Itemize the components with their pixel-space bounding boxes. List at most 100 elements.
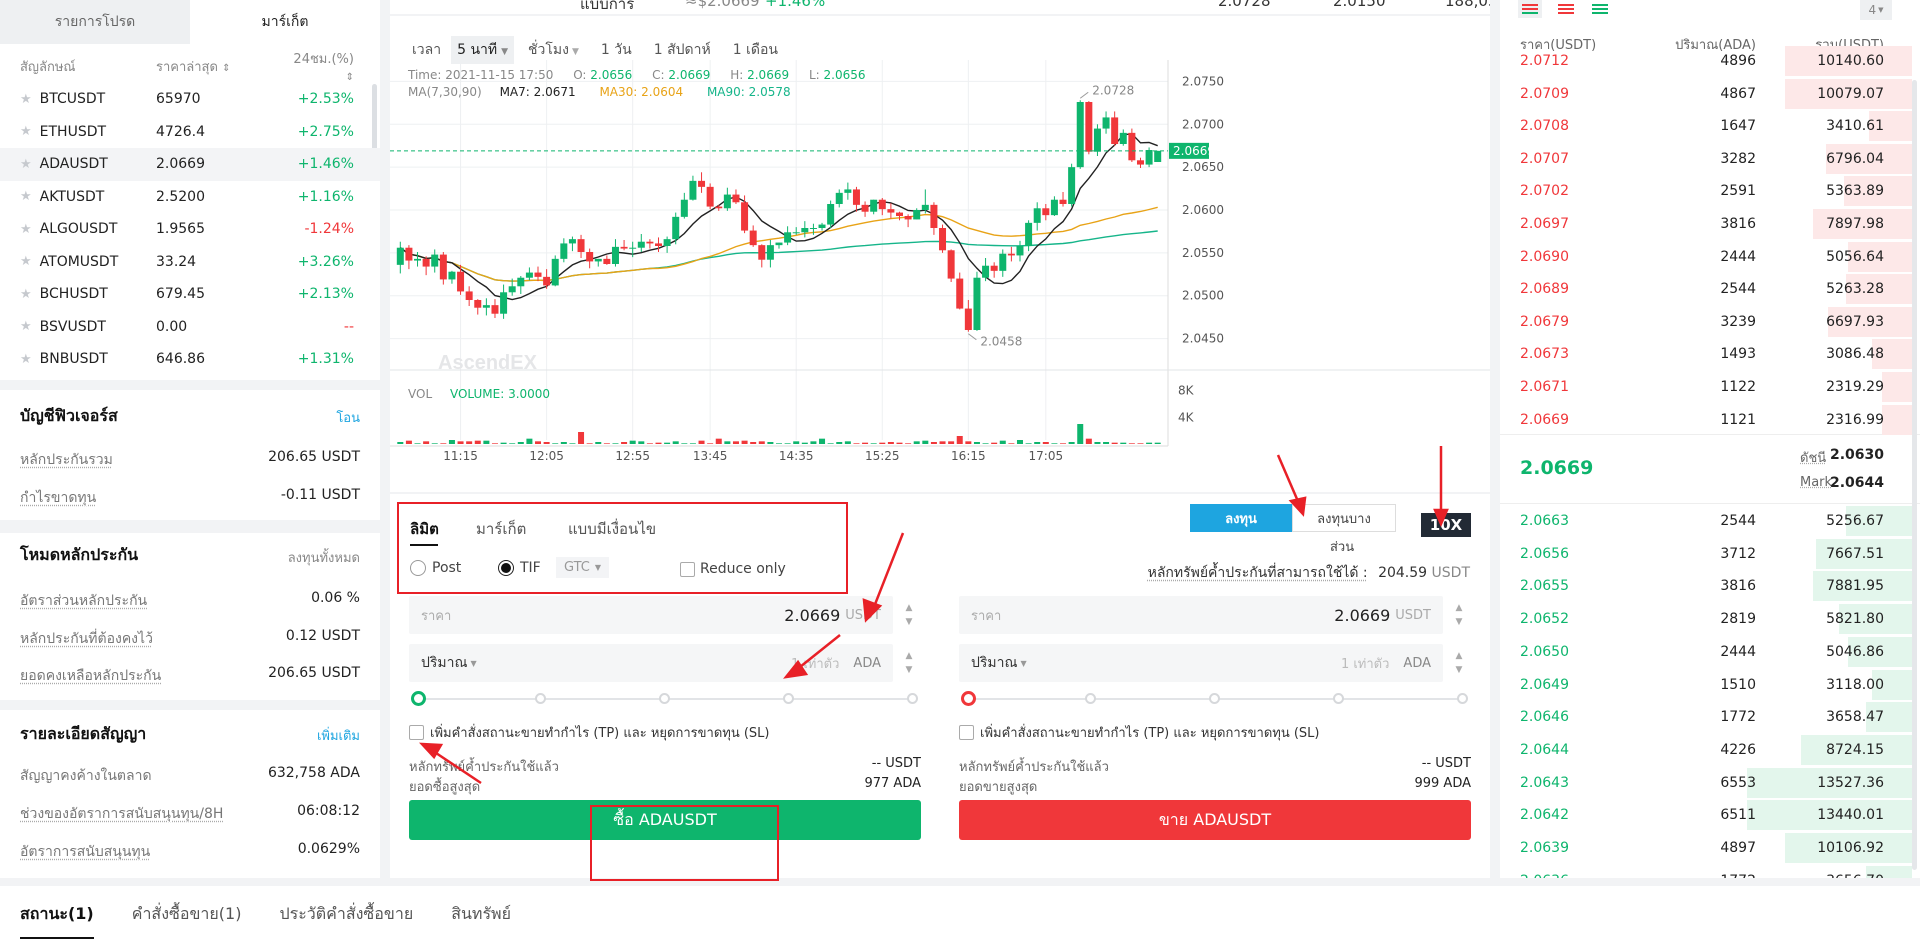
star-icon[interactable]: ★ [20, 352, 32, 367]
slider-step-50[interactable] [659, 693, 670, 704]
sell-button[interactable]: ขาย ADAUSDT [959, 800, 1471, 840]
price-chart[interactable]: AscendEX 2.0750 2.0700 2.0650 2.0600 2.0550 2… [390, 60, 1490, 490]
orderbook-both-icon[interactable] [1518, 0, 1542, 18]
market-row-bnbusdt[interactable]: ★ BNBUSDT 646.86 +1.31% [0, 343, 380, 376]
buy-max-value: 977 ADA [864, 776, 921, 791]
ask-row[interactable]: 2.0669 1121 2316.99 [1500, 404, 1920, 436]
star-icon[interactable]: ★ [20, 92, 32, 107]
ask-row[interactable]: 2.0673 1493 3086.48 [1500, 338, 1920, 370]
tab-open-orders[interactable]: คำสั่งซื้อขาย(1) [132, 902, 242, 927]
orderbook-bids-icon[interactable] [1590, 0, 1610, 18]
buy-quantity-input[interactable]: ปริมาณ ▼ 1 เท่าตัว ADA [409, 644, 893, 682]
header-price[interactable]: ราคาล่าสุด ⇕ [150, 56, 292, 77]
bid-row[interactable]: 2.0663 2544 5256.67 [1500, 505, 1920, 537]
star-icon[interactable]: ★ [20, 157, 32, 172]
bid-row[interactable]: 2.0644 4226 8724.15 [1500, 734, 1920, 766]
leverage-button[interactable]: 10X [1421, 513, 1471, 537]
ob-price: 2.0707 [1520, 150, 1569, 167]
star-icon[interactable]: ★ [20, 124, 32, 139]
slider-handle[interactable] [961, 691, 976, 706]
tab-favorites[interactable]: รายการโปรด [0, 0, 190, 44]
tab-positions[interactable]: สถานะ(1) [20, 902, 94, 939]
bid-row[interactable]: 2.0652 2819 5821.80 [1500, 603, 1920, 635]
slider-step-75[interactable] [783, 693, 794, 704]
isolated-margin-button[interactable]: ลงทุนบาง [1292, 504, 1396, 532]
ask-row[interactable]: 2.0708 1647 3410.61 [1500, 110, 1920, 142]
bid-row[interactable]: 2.0639 4897 10106.92 [1500, 832, 1920, 864]
bid-row[interactable]: 2.0642 6511 13440.01 [1500, 799, 1920, 831]
ask-row[interactable]: 2.0709 4867 10079.07 [1500, 78, 1920, 110]
sell-slider[interactable] [961, 691, 1468, 706]
market-row-bsvusdt[interactable]: ★ BSVUSDT 0.00 -- [0, 311, 380, 344]
tab-assets[interactable]: สินทรัพย์ [451, 902, 511, 927]
star-icon[interactable]: ★ [20, 254, 32, 269]
slider-handle[interactable] [411, 691, 426, 706]
market-row-btcusdt[interactable]: ★ BTCUSDT 65970 +2.53% [0, 83, 380, 116]
contract-details-panel: รายละเอียดสัญญา เพิ่มเติม สัญญาคงค้างในต… [0, 710, 380, 878]
interval-1m[interactable]: 1 เดือน [733, 39, 778, 61]
market-row-ethusdt[interactable]: ★ ETHUSDT 4726.4 +2.75% [0, 116, 380, 149]
hour-select[interactable]: ชั่วโมง ▼ [528, 39, 579, 61]
bid-row[interactable]: 2.063617723656.70 [1500, 865, 1920, 878]
ask-row[interactable]: 2.0671 1122 2319.29 [1500, 371, 1920, 403]
candle [1050, 196, 1058, 216]
buy-tpsl-checkbox[interactable]: เพิ่มคำสั่งสถานะขายทำกำไร (TP) และ หยุดก… [409, 722, 770, 743]
slider-step-25[interactable] [535, 693, 546, 704]
ask-row[interactable]: 2.0690 2444 5056.64 [1500, 241, 1920, 273]
bid-row[interactable]: 2.0646 1772 3658.47 [1500, 701, 1920, 733]
ticker-low: 2.0150 [1333, 0, 1386, 10]
market-row-algousdt[interactable]: ★ ALGOUSDT 1.9565 -1.24% [0, 213, 380, 246]
bid-row[interactable]: 2.0655 3816 7881.95 [1500, 570, 1920, 602]
star-icon[interactable]: ★ [20, 287, 32, 302]
more-link[interactable]: เพิ่มเติม [317, 725, 360, 746]
slider-step-100[interactable] [907, 693, 918, 704]
header-change[interactable]: 24ชม.(%) ⇕ [292, 48, 354, 84]
slider-step-25[interactable] [1085, 693, 1096, 704]
interval-1d[interactable]: 1 วัน [601, 39, 632, 61]
market-row-atomusdt[interactable]: ★ ATOMUSDT 33.24 +3.26% [0, 246, 380, 279]
market-row-aktusdt[interactable]: ★ AKTUSDT 2.5200 +1.16% [0, 181, 380, 214]
ask-row[interactable]: 2.0679 3239 6697.93 [1500, 306, 1920, 338]
chevron-down-icon: ▼ [1455, 617, 1463, 627]
sell-quantity-input[interactable]: ปริมาณ ▼ 1 เท่าตัว ADA [959, 644, 1443, 682]
sell-tpsl-checkbox[interactable]: เพิ่มคำสั่งสถานะขายทำกำไร (TP) และ หยุดก… [959, 722, 1320, 743]
ask-row[interactable]: 2.0689 2544 5263.28 [1500, 273, 1920, 305]
transfer-link[interactable]: โอน [336, 407, 360, 428]
tab-market[interactable]: มาร์เก็ต [190, 0, 380, 44]
slider-step-100[interactable] [1457, 693, 1468, 704]
candle [904, 214, 912, 228]
slider-step-50[interactable] [1209, 693, 1220, 704]
header-symbol[interactable]: สัญลักษณ์ [0, 56, 150, 77]
interval-1w[interactable]: 1 สัปดาห์ [654, 39, 711, 61]
precision-select[interactable]: 4 ▼ [1860, 0, 1892, 20]
market-row-adausdt[interactable]: ★ ADAUSDT 2.0669 +1.46% [0, 148, 380, 181]
bid-row[interactable]: 2.0650 2444 5046.86 [1500, 636, 1920, 668]
ask-row[interactable]: 2.0697 3816 7897.98 [1500, 208, 1920, 240]
bid-row[interactable]: 2.0656 3712 7667.51 [1500, 538, 1920, 570]
bid-row[interactable]: 2.0643 6553 13527.36 [1500, 767, 1920, 799]
ask-row[interactable]: 2.0712 4896 10140.60 [1500, 45, 1920, 77]
buy-slider[interactable] [411, 691, 918, 706]
sell-price-input[interactable]: ราคา 2.0669 USDT [959, 596, 1443, 634]
star-icon[interactable]: ★ [20, 319, 32, 334]
buy-price-stepper[interactable]: ▲ ▼ [895, 596, 923, 634]
buy-price-input[interactable]: ราคา 2.0669 USDT [409, 596, 893, 634]
candle [482, 298, 490, 316]
orderbook-asks-icon[interactable] [1556, 0, 1576, 18]
bid-row[interactable]: 2.0649 1510 3118.00 [1500, 669, 1920, 701]
cross-margin-button[interactable]: ลงทุน [1190, 504, 1292, 532]
market-row-bchusdt[interactable]: ★ BCHUSDT 679.45 +2.13% [0, 278, 380, 311]
sell-qty-stepper[interactable]: ▲ ▼ [1445, 644, 1473, 682]
margin-mode-action[interactable]: ลงทุนทั้งหมด [288, 547, 360, 568]
star-icon[interactable]: ★ [20, 189, 32, 204]
candle [517, 276, 525, 294]
margin-ratio-row: อัตราส่วนหลักประกัน 0.06 % [20, 590, 360, 612]
buy-qty-stepper[interactable]: ▲ ▼ [895, 644, 923, 682]
tab-order-history[interactable]: ประวัติคำสั่งซื้อขาย [279, 902, 413, 927]
ask-row[interactable]: 2.0702 2591 5363.89 [1500, 175, 1920, 207]
sell-price-stepper[interactable]: ▲ ▼ [1445, 596, 1473, 634]
margin-ratio-label: อัตราส่วนหลักประกัน [20, 593, 148, 609]
star-icon[interactable]: ★ [20, 222, 32, 237]
slider-step-75[interactable] [1333, 693, 1344, 704]
ask-row[interactable]: 2.0707 3282 6796.04 [1500, 143, 1920, 175]
